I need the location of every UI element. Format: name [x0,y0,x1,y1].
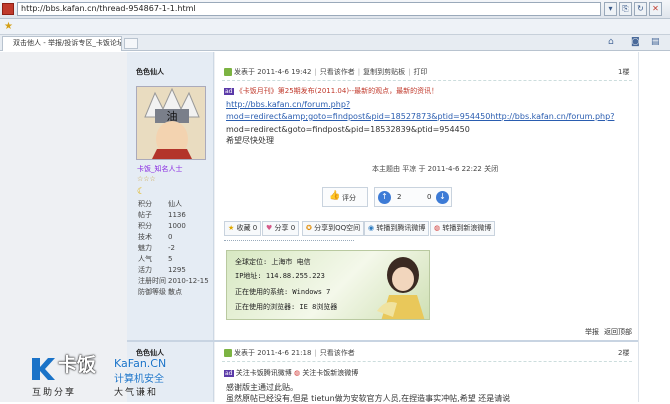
stat-row: 注册时间 2010-12-15 [138,277,209,285]
sig-line: 全球定位: 上海市 电信 [235,258,311,266]
home-icon[interactable]: ⌂ [608,37,614,48]
stop-icon[interactable]: ✕ [649,2,662,16]
watermark-slogan: 互助分享 [32,388,77,398]
stat-row: 魅力 -2 [138,244,175,252]
qzone-icon: ✪ [306,224,312,232]
post-text: 感谢版主通过此贴。 [226,383,298,392]
rank-stars-icon: ☆☆☆ [137,175,156,183]
post1-meta: 发表于 2011-4-6 19:42 | 只看该作者 | 复制到剪贴板 | 打印 [224,67,427,77]
tencent-weibo-icon: ◉ [368,224,375,232]
svg-text:油: 油 [167,109,178,123]
online-icon [224,349,232,357]
new-tab-button[interactable] [124,38,138,49]
kafan-logo-icon [32,358,55,380]
promo-link[interactable]: ad 《卡饭月刊》第25期发布(2011.04)--最新的观点，最新的资讯！ [224,86,438,96]
signature-divider [224,240,354,244]
vote-up-count: 2 [397,193,402,201]
star-icon: ★ [228,224,235,232]
follow-sina-link[interactable]: 关注卡饭新浪微博 [302,369,358,377]
stat-row: 帖子 1136 [138,211,186,219]
sina-weibo-icon: ◍ [434,224,441,232]
compat-icon[interactable]: ⎘ [619,2,632,16]
vote-down-icon[interactable]: ↓ [436,191,449,204]
user-rank: 卡饭_知名人士 [137,165,183,173]
only-author-link[interactable]: 只看该作者 [320,349,355,357]
vote-box: ↑ 2 0 ↓ [374,187,452,207]
post-text: mod=redirect&goto=findpost&pid=18532839&… [226,125,470,134]
vote-down-count: 0 [427,193,432,201]
stat-row: 人气 5 [138,255,173,263]
share-tencent-button[interactable]: ◉ 转播到腾讯微博 [364,221,430,236]
browser-tab[interactable]: 双击他人 - 举报/投诉专区_卡饭论坛... [2,36,122,51]
watermark-slogan: 计算机安全 [114,374,164,385]
closed-note: 本主题由 平凉 于 2011-4-6 22:22 关闭 [372,165,499,173]
share-button[interactable]: ♥ 分享 0 [262,221,300,236]
girl-figure-icon [377,257,425,319]
ad-badge-icon: ad [224,88,234,95]
signature-image: 全球定位: 上海市 电信 IP地址: 114.88.255.223 正在使用的系… [226,250,430,320]
follow-links: ad 关注卡饭腾讯微博 ◍ 关注卡饭新浪微博 [224,368,358,378]
floor-number[interactable]: 2楼 [618,348,629,358]
watermark-brand: 卡饭 [58,354,97,376]
favorite-button[interactable]: ★ 收藏 0 [224,221,262,236]
favorites-star-icon[interactable]: ★ [4,21,13,33]
watermark-slogan: 大气谦和 [114,388,159,398]
rate-button[interactable]: 👍 评分 [322,187,368,207]
stat-row: 积分 1000 [138,222,186,230]
post-link[interactable]: http://bbs.kafan.cn/forum.php? [226,100,350,109]
stat-row: 活力 1295 [138,266,186,274]
post1-author-name[interactable]: 色色仙人 [136,67,164,77]
favorites-bar [0,19,670,35]
avatar[interactable]: 油 [136,86,206,160]
share-qzone-button[interactable]: ✪ 分享到QQ空间 [302,221,365,236]
post-link[interactable]: mod=redirect&amp;goto=findpost&pid=18527… [226,112,614,121]
print-link[interactable]: 打印 [413,68,427,76]
stat-row: 防御等级 散点 [138,288,182,296]
moon-icon: ☾ [137,187,146,197]
share-sina-button[interactable]: ◍ 转播到新浪微博 [430,221,496,236]
only-author-link[interactable]: 只看该作者 [320,68,355,76]
post-text: 虽然原帖已经没有,但是 tietun做为安软官方人员,在捏造事实冲帖,希望 还是… [226,394,511,403]
divider [222,361,632,362]
sig-line: 正在使用的浏览器: IE 8浏览器 [235,303,338,311]
kafan-watermark-logo: 卡饭 KaFan.CN 计算机安全 互助分享 大气谦和 [30,352,220,400]
post-text: 希望尽快处理 [226,136,274,145]
stat-row: 技术 0 [138,233,173,241]
post2-meta: 发表于 2011-4-6 21:18 | 只看该作者 [224,348,355,358]
sig-line: IP地址: 114.88.255.223 [235,272,325,280]
divider [222,80,632,81]
back-to-top-link[interactable]: 返回顶部 [604,327,632,337]
online-icon [224,68,232,76]
url-input[interactable]: http://bbs.kafan.cn/thread-954867-1-1.ht… [17,2,601,16]
post-separator [127,340,638,342]
report-link[interactable]: 举报 [585,327,599,337]
follow-tencent-link[interactable]: 关注卡饭腾讯微博 [236,369,292,377]
copy-link[interactable]: 复制到剪贴板 [363,68,405,76]
floor-number[interactable]: 1楼 [618,67,629,77]
dropdown-icon[interactable]: ▾ [604,2,617,16]
right-margin [638,52,670,402]
thumb-icon: 👍 [329,191,341,201]
refresh-icon[interactable]: ↻ [634,2,647,16]
stat-row: 积分 仙人 [138,200,182,208]
ad-badge-icon: ad [224,370,234,377]
sig-line: 正在使用的系统: Windows 7 [235,288,331,296]
feed-icon[interactable]: ◙ [631,37,640,48]
post-date: 发表于 2011-4-6 19:42 [234,68,312,76]
watermark-site: KaFan.CN [114,357,167,370]
heart-icon: ♥ [266,224,273,232]
vote-up-icon[interactable]: ↑ [378,191,391,204]
site-favicon-icon [2,3,14,15]
sina-weibo-icon: ◍ [293,369,301,377]
post-date: 发表于 2011-4-6 21:18 [234,349,312,357]
page-menu-icon[interactable]: ▤ [651,37,660,48]
